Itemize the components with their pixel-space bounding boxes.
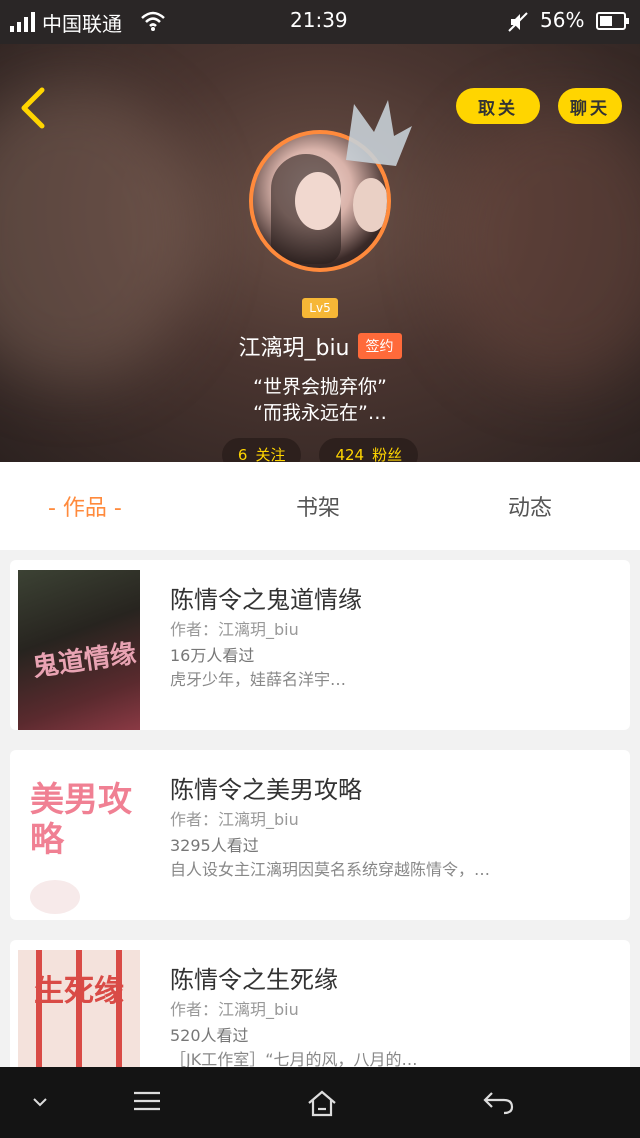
signed-badge: 签约 — [357, 333, 402, 359]
unfollow-button[interactable]: 取关 — [456, 88, 540, 124]
wifi-icon — [141, 11, 165, 31]
following-stat[interactable]: 6 关注 — [221, 438, 302, 462]
carrier-name: 中国联通 — [42, 12, 122, 36]
chevron-down-icon[interactable] — [30, 1095, 50, 1109]
cover-title: 鬼道情缘 — [30, 638, 138, 684]
username-row: 江漓玥_biu 签约 — [0, 330, 640, 362]
mute-icon — [508, 12, 528, 32]
work-author: 作者：江漓玥_biu — [170, 1000, 299, 1019]
following-count: 6 — [237, 446, 248, 462]
crown-icon — [346, 100, 412, 166]
status-bar: 中国联通 21:39 56% — [0, 0, 640, 44]
followers-stat[interactable]: 424 粉丝 — [319, 438, 419, 462]
work-author: 作者：江漓玥_biu — [170, 620, 299, 639]
bunny-illustration — [30, 880, 80, 914]
menu-icon[interactable] — [132, 1089, 162, 1113]
tab-bar: - 作品 - 书架 动态 — [0, 462, 640, 550]
tab-bookshelf[interactable]: 书架 — [296, 490, 340, 522]
work-views: 3295人看过 — [170, 836, 259, 855]
work-desc: 自人设女主江漓玥因莫名系统穿越陈情令，… — [170, 860, 491, 879]
back-arrow-icon[interactable] — [14, 86, 54, 130]
work-title: 陈情令之鬼道情缘 — [170, 586, 362, 614]
bio-line-2: “而我永远在”… — [253, 402, 387, 424]
work-title: 陈情令之生死缘 — [170, 966, 338, 994]
home-icon[interactable] — [306, 1089, 338, 1117]
system-nav-bar — [0, 1067, 640, 1138]
work-views: 16万人看过 — [170, 646, 255, 665]
stats: 6 关注 424 粉丝 — [0, 438, 640, 462]
followers-count: 424 — [335, 446, 365, 462]
level-badge: Lv5 — [302, 298, 338, 318]
work-views: 520人看过 — [170, 1026, 249, 1045]
following-label: 关注 — [255, 446, 286, 462]
work-desc: 虎牙少年，娃薛名洋宇… — [170, 670, 347, 689]
username: 江漓玥_biu — [238, 336, 350, 361]
bio-line-1: “世界会抛弃你” — [253, 376, 387, 398]
cover-title: 美男攻略 — [30, 780, 132, 860]
battery-icon — [596, 12, 629, 30]
battery-percent: 56% — [540, 8, 585, 32]
profile-header: 取关 聊天 Lv5 江漓玥_biu 签约 “世界会抛弃你” “而我永远在”… 6… — [0, 44, 640, 462]
chat-button[interactable]: 聊天 — [558, 88, 622, 124]
cover-title: 生死缘 — [34, 974, 124, 1009]
work-card[interactable]: 鬼道情缘 陈情令之鬼道情缘 作者：江漓玥_biu 16万人看过 虎牙少年，娃薛名… — [10, 560, 630, 730]
book-cover: 鬼道情缘 — [18, 570, 140, 730]
bio: “世界会抛弃你” “而我永远在”… — [0, 374, 640, 426]
followers-label: 粉丝 — [372, 446, 403, 462]
back-icon[interactable] — [482, 1089, 514, 1115]
tab-works[interactable]: - 作品 - — [48, 490, 122, 522]
clock: 21:39 — [290, 8, 348, 32]
work-title: 陈情令之美男攻略 — [170, 776, 362, 804]
work-author: 作者：江漓玥_biu — [170, 810, 299, 829]
signal-icon — [10, 10, 35, 32]
book-cover: 美男攻略 — [18, 760, 140, 920]
tab-activity[interactable]: 动态 — [508, 490, 552, 522]
work-card[interactable]: 美男攻略 陈情令之美男攻略 作者：江漓玥_biu 3295人看过 自人设女主江漓… — [10, 750, 630, 920]
